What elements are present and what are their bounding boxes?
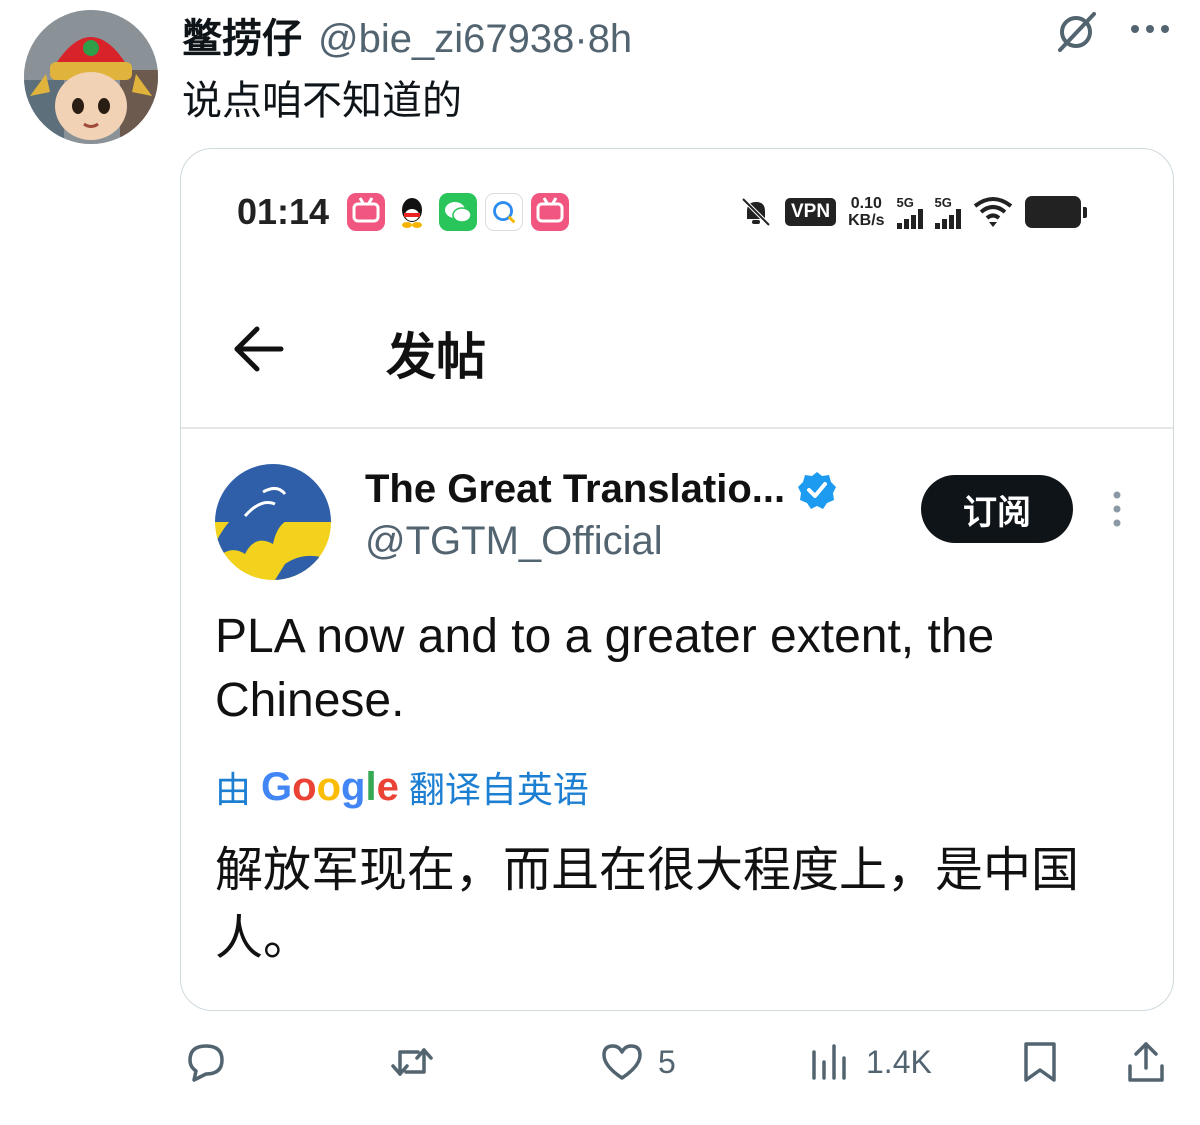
translated-text: 解放军现在，而且在很大程度上，是中国人。	[215, 844, 1080, 965]
grok-icon[interactable]	[1052, 8, 1100, 56]
battery-icon	[1024, 196, 1087, 228]
tweet-text: 说点咱不知道的	[182, 79, 462, 123]
signal-label: 5G	[934, 194, 952, 210]
divider	[181, 427, 1173, 429]
network-speed-unit: KB/s	[848, 212, 885, 229]
more-options-icon[interactable]	[1128, 14, 1172, 44]
back-arrow-icon	[229, 321, 289, 377]
tweet-header: 鳖捞仔 @bie_zi67938 · 8h	[182, 6, 632, 61]
inner-display-name: The Great Translatio...	[365, 467, 837, 512]
qq-browser-icon	[485, 193, 523, 231]
translation-attribution: 由 Google 翻译自英语	[215, 761, 589, 813]
signal-strength-icon: 5G	[896, 194, 923, 229]
status-bar-time: 01:14	[237, 191, 330, 232]
inner-display-name-text: The Great Translatio...	[365, 467, 786, 511]
reply-icon	[188, 1044, 224, 1082]
mute-bell-icon	[741, 197, 771, 227]
views-button[interactable]: 1.4K	[806, 1030, 932, 1094]
signal-strength-icon: 5G	[934, 194, 961, 229]
inner-avatar	[215, 464, 331, 580]
timestamp[interactable]: 8h	[588, 17, 633, 62]
wechat-icon	[439, 193, 477, 231]
post-text: PLA now and to a greater extent, the Chi…	[215, 610, 995, 727]
action-bar: 5 1.4K	[0, 1030, 1200, 1094]
status-bar-system-icons: VPN 0.10 KB/s 5G 5G	[739, 189, 1087, 235]
user-handle[interactable]: @bie_zi67938	[318, 17, 574, 62]
network-speed-value: 0.10	[850, 195, 882, 212]
network-speed: 0.10 KB/s	[848, 195, 884, 229]
share-icon	[1128, 1042, 1164, 1082]
signal-label: 5G	[896, 194, 914, 210]
media-image[interactable]: 01:14 VPN 0.10 KB/s 5G 5G 发帖 The Great T…	[180, 148, 1174, 1011]
translate-prefix: 由	[215, 769, 252, 810]
share-button[interactable]	[1122, 1030, 1170, 1094]
vpn-badge: VPN	[785, 198, 837, 226]
subscribe-button: 订阅	[921, 475, 1073, 543]
views-count: 1.4K	[866, 1043, 932, 1080]
qq-icon	[393, 193, 431, 231]
retweet-icon	[391, 1048, 433, 1076]
bilibili-icon	[531, 193, 569, 231]
vertical-dots-icon	[1109, 489, 1125, 529]
avatar[interactable]	[24, 10, 158, 144]
wifi-icon	[973, 197, 1012, 227]
reply-button[interactable]	[182, 1030, 242, 1094]
status-bar-app-icons	[347, 193, 569, 231]
page-title: 发帖	[386, 329, 486, 385]
verified-badge-icon	[798, 471, 837, 509]
display-name[interactable]: 鳖捞仔	[182, 6, 302, 64]
heart-icon	[602, 1044, 642, 1080]
tweet: 鳖捞仔 @bie_zi67938 · 8h 说点咱不知道的 01:14 VPN …	[0, 0, 1200, 1125]
bilibili-icon	[347, 193, 385, 231]
bookmark-button[interactable]	[1016, 1030, 1064, 1094]
like-button[interactable]: 5	[598, 1030, 676, 1094]
google-logo: Google	[261, 764, 399, 809]
translate-suffix: 翻译自英语	[408, 769, 589, 810]
inner-handle: @TGTM_Official	[365, 519, 663, 563]
views-icon	[812, 1044, 846, 1080]
bookmark-icon	[1024, 1042, 1056, 1082]
avatar-image	[24, 10, 158, 144]
separator-dot: ·	[574, 17, 588, 61]
retweet-button[interactable]	[388, 1030, 448, 1094]
like-count: 5	[658, 1043, 676, 1080]
